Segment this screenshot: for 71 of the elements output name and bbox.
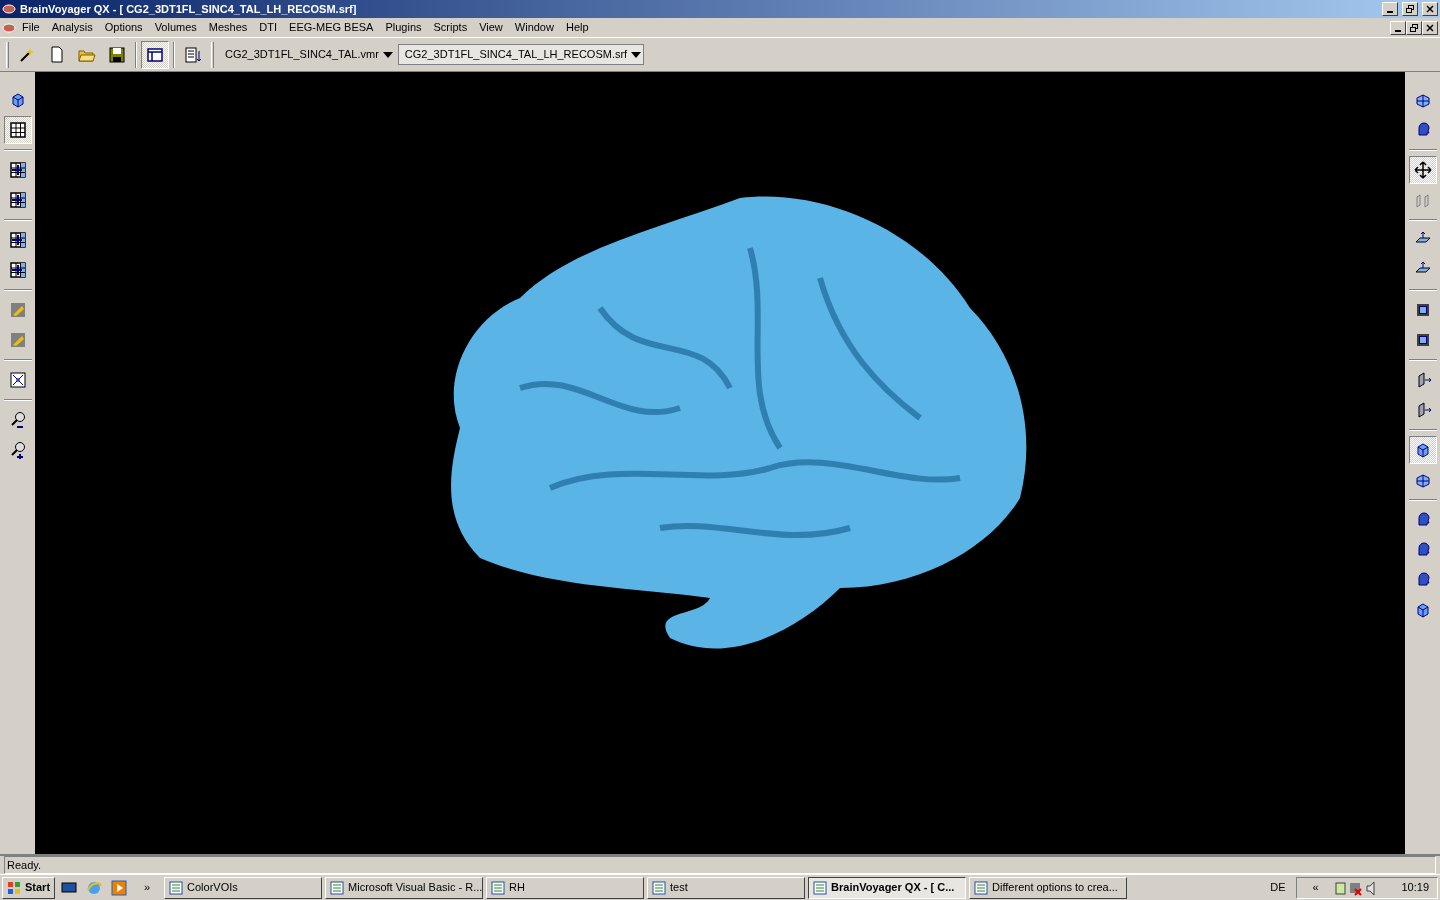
toolbar-button[interactable] xyxy=(141,40,169,69)
menu-item[interactable]: Window xyxy=(508,19,560,36)
document-restore-button[interactable] xyxy=(1406,20,1422,35)
taskbar-button[interactable]: ColorVOIs xyxy=(164,876,323,899)
taskbar-button[interactable]: test xyxy=(647,876,806,899)
windows-flag-icon xyxy=(7,880,21,895)
menu-item[interactable]: Volumes xyxy=(148,19,203,36)
save-icon xyxy=(108,45,126,64)
desktop-icon xyxy=(61,879,78,896)
restore-icon xyxy=(1410,23,1418,32)
app-window-icon xyxy=(652,880,667,895)
grid-arrow-icon xyxy=(8,231,27,249)
image-tile-icon xyxy=(8,301,27,319)
menu-item[interactable]: Help xyxy=(559,19,595,36)
close-button[interactable] xyxy=(1422,2,1438,16)
toolbar-button[interactable] xyxy=(3,116,32,144)
menu-item[interactable]: Plugins xyxy=(379,19,428,36)
app-window-icon xyxy=(330,880,345,895)
media-player-icon xyxy=(111,879,128,896)
file-dropdown[interactable]: CG2_3DT1FL_SINC4_TAL_LH_RECOSM.srf xyxy=(397,44,645,65)
image-tile-icon xyxy=(8,331,27,349)
fit-view-icon xyxy=(8,371,27,389)
menu-item[interactable]: Scripts xyxy=(427,19,474,36)
grid-arrow-icon xyxy=(8,261,27,279)
document-minimize-button[interactable] xyxy=(1390,20,1406,35)
document-logo-icon xyxy=(2,21,16,34)
language-indicator[interactable]: DE xyxy=(1262,879,1294,896)
menu-item[interactable]: Options xyxy=(98,19,149,36)
clock: 10:19 xyxy=(1401,880,1429,896)
app-window-icon xyxy=(813,880,828,895)
grid-arrow-icon xyxy=(8,161,27,179)
window-layout-icon xyxy=(146,45,164,64)
taskbar-button[interactable]: Microsoft Visual Basic - R... xyxy=(325,876,484,899)
minimize-icon xyxy=(1387,11,1393,13)
status-text: Ready. xyxy=(4,855,1436,875)
brain-logo-icon xyxy=(2,3,16,15)
browser-icon xyxy=(86,879,103,896)
start-button[interactable]: Start xyxy=(2,876,56,899)
dropdown-arrow-icon xyxy=(631,51,642,58)
window-title: BrainVoyager QX - [ CG2_3DT1FL_SINC4_TAL_LH_RECOSM.srf] xyxy=(20,1,358,17)
grid-arrow-icon xyxy=(8,191,27,209)
minimize-icon xyxy=(1395,29,1401,32)
restore-icon xyxy=(1406,5,1414,13)
new-file-icon xyxy=(48,45,66,64)
minimize-button[interactable] xyxy=(1382,2,1398,16)
close-icon xyxy=(1426,5,1434,13)
restore-button[interactable] xyxy=(1402,2,1418,16)
dropdown-arrow-icon xyxy=(382,51,393,58)
taskbar-button[interactable]: RH xyxy=(486,876,645,899)
document-list-icon xyxy=(184,45,202,64)
file-dropdown[interactable]: CG2_3DT1FL_SINC4_TAL.vmr xyxy=(218,44,396,65)
slices-icon xyxy=(1413,191,1432,209)
menu-item[interactable]: EEG-MEG BESA xyxy=(283,19,380,36)
toolbar-button[interactable] xyxy=(1408,156,1437,184)
move-icon xyxy=(1413,161,1432,179)
taskbar-button[interactable]: BrainVoyager QX - [ C... xyxy=(808,876,967,899)
taskbar-button[interactable]: Different options to crea... xyxy=(969,876,1128,899)
menu-item[interactable]: Meshes xyxy=(202,19,254,36)
tray-chevron[interactable]: « xyxy=(1301,873,1330,900)
grid-icon xyxy=(8,121,27,139)
close-icon xyxy=(1426,23,1434,32)
app-window-icon xyxy=(169,880,184,895)
menu-item[interactable]: DTI xyxy=(253,19,284,36)
app-window-icon xyxy=(491,880,506,895)
menu-item[interactable]: File xyxy=(16,19,46,36)
toolbar-button[interactable] xyxy=(1408,436,1437,464)
menu-item[interactable]: View xyxy=(473,19,509,36)
app-window-icon xyxy=(974,880,989,895)
quick-launch-chevron[interactable]: » xyxy=(133,873,162,900)
menu-item[interactable]: Analysis xyxy=(45,19,99,36)
document-close-button[interactable] xyxy=(1422,20,1438,35)
